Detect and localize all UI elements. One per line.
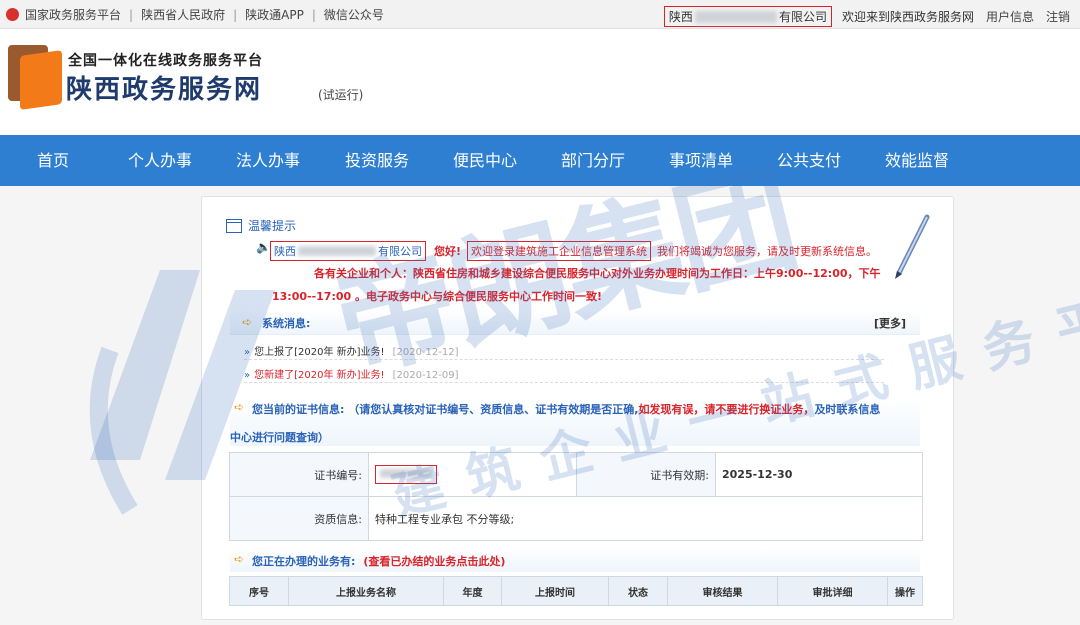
more-link[interactable]: [更多] bbox=[874, 315, 906, 331]
col-report-time: 上报时间 bbox=[501, 576, 609, 606]
nav-departments[interactable]: 部门分厅 bbox=[561, 135, 625, 186]
company-prefix: 陕西 bbox=[274, 245, 296, 258]
qualification-value: 特种工程专业承包 不分等级; bbox=[368, 496, 923, 541]
link-app[interactable]: 陕政通APP bbox=[245, 6, 304, 23]
col-year: 年度 bbox=[443, 576, 502, 606]
company-suffix: 有限公司 bbox=[778, 10, 827, 24]
pen-icon bbox=[895, 214, 930, 279]
message-item[interactable]: » 您新建了[2020年 新办]业务! [2020-12-09] bbox=[244, 366, 459, 381]
system-welcome: 欢迎登录建筑施工企业信息管理系统 bbox=[467, 241, 652, 261]
service-text: 我们将竭诚为您服务，请及时更新系统信息。 bbox=[657, 245, 878, 258]
nav-personal[interactable]: 个人办事 bbox=[128, 135, 192, 186]
arrow-icon: ➪ bbox=[234, 400, 245, 414]
col-review-result: 审核结果 bbox=[667, 576, 778, 606]
notice-title: 温馨提示 bbox=[226, 217, 296, 234]
cert-no-value bbox=[368, 452, 577, 497]
divider: | bbox=[233, 7, 238, 22]
cert-no-redacted bbox=[375, 465, 437, 484]
company-prefix: 陕西 bbox=[668, 10, 693, 24]
bullet-icon: » bbox=[244, 347, 251, 358]
message-date: [2020-12-09] bbox=[392, 370, 459, 381]
top-links: 国家政务服务平台 | 陕西省人民政府 | 陕政通APP | 微信公众号 bbox=[6, 6, 384, 23]
redacted-text bbox=[380, 469, 432, 478]
link-wechat[interactable]: 微信公众号 bbox=[324, 6, 384, 23]
message-text[interactable]: 您新建了[2020年 新办]业务! bbox=[254, 370, 384, 381]
qualification-label: 资质信息: bbox=[229, 496, 369, 541]
messages-header: ➪ 系统消息: [更多] bbox=[230, 310, 920, 335]
certificate-title: 您当前的证书信息: （请您认真核对证书编号、资质信息、证书有效期是否正确,如发现… bbox=[252, 401, 880, 417]
nav-supervision[interactable]: 效能监督 bbox=[885, 135, 949, 186]
col-status: 状态 bbox=[608, 576, 668, 606]
cert-warning: 如发现有误，请不要进行换证业务， bbox=[638, 403, 815, 416]
message-text[interactable]: 您上报了[2020年 新办]业务! bbox=[254, 347, 384, 358]
divider: | bbox=[129, 7, 134, 22]
message-date: [2020-12-12] bbox=[392, 347, 459, 358]
office-hours-line2: 13:00--17:00 。电子政务中心与综合便民服务中心工作时间一致! bbox=[272, 290, 603, 303]
cert-title-note: （请您认真核对证书编号、资质信息、证书有效期是否正确, bbox=[348, 403, 639, 416]
certificate-table: 证书编号: 证书有效期: 2025-12-30 资质信息: 特种工程专业承包 不… bbox=[229, 452, 923, 541]
office-hours-line1: 各有关企业和个人：陕西省住房和城乡建设综合便民服务中心对外业务办理时间为工作日：… bbox=[314, 267, 881, 280]
cert-title-main: 您当前的证书信息: bbox=[252, 403, 345, 416]
greeting-text: 您好! bbox=[434, 245, 462, 258]
arrow-icon: ➪ bbox=[242, 315, 253, 329]
finished-business-link[interactable]: (查看已办结的业务点击此处) bbox=[363, 555, 505, 568]
trial-label: (试运行) bbox=[318, 88, 364, 102]
divider bbox=[244, 382, 884, 383]
divider bbox=[244, 359, 884, 360]
company-name: 陕西 有限公司 bbox=[663, 6, 832, 27]
table-header-row: 序号 上报业务名称 年度 上报时间 状态 审核结果 审批详细 操作 bbox=[229, 576, 923, 606]
redacted-text bbox=[694, 10, 777, 23]
business-table: 序号 上报业务名称 年度 上报时间 状态 审核结果 审批详细 操作 bbox=[229, 576, 923, 606]
link-provincial-government[interactable]: 陕西省人民政府 bbox=[141, 6, 225, 23]
logout-link[interactable]: 注销 bbox=[1046, 8, 1070, 25]
redacted-text bbox=[298, 246, 376, 256]
business-header: ➪ 您正在办理的业务有: (查看已办结的业务点击此处) bbox=[230, 548, 920, 572]
col-action: 操作 bbox=[887, 576, 923, 606]
nav-item-list[interactable]: 事项清单 bbox=[669, 135, 733, 186]
col-approval-detail: 审批详细 bbox=[777, 576, 888, 606]
col-index: 序号 bbox=[229, 576, 289, 606]
message-item[interactable]: » 您上报了[2020年 新办]业务! [2020-12-12] bbox=[244, 343, 459, 358]
nav-investment[interactable]: 投资服务 bbox=[345, 135, 409, 186]
main-nav: 首页 个人办事 法人办事 投资服务 便民中心 部门分厅 事项清单 公共支付 效能… bbox=[0, 135, 1080, 186]
notice-title-text: 温馨提示 bbox=[248, 219, 297, 233]
nav-payment[interactable]: 公共支付 bbox=[777, 135, 841, 186]
platform-slogan: 全国一体化在线政务服务平台 bbox=[68, 53, 263, 69]
nav-legal-entity[interactable]: 法人办事 bbox=[236, 135, 300, 186]
top-bar: 国家政务服务平台 | 陕西省人民政府 | 陕政通APP | 微信公众号 陕西 有… bbox=[0, 0, 1080, 29]
divider: | bbox=[311, 7, 316, 22]
business-title-text: 您正在办理的业务有: bbox=[252, 555, 356, 568]
cert-title-tail: 及时联系信息 bbox=[814, 403, 881, 416]
arrow-icon: ➪ bbox=[234, 552, 245, 566]
messages-title: 系统消息: bbox=[262, 317, 311, 330]
business-title: 您正在办理的业务有: (查看已办结的业务点击此处) bbox=[252, 553, 505, 569]
user-area: 陕西 有限公司 欢迎来到陕西政务服务网 用户信息 注销 bbox=[663, 6, 1070, 27]
cert-expiry-value: 2025-12-30 bbox=[715, 452, 923, 497]
cert-expiry-label: 证书有效期: bbox=[576, 452, 716, 497]
bullet-icon: » bbox=[244, 370, 251, 381]
speaker-icon: 🔈 bbox=[256, 240, 271, 254]
company-suffix: 有限公司 bbox=[378, 245, 422, 258]
notice-company: 陕西 有限公司 bbox=[270, 241, 426, 261]
certificate-header: ➪ 您当前的证书信息: （请您认真核对证书编号、资质信息、证书有效期是否正确,如… bbox=[230, 398, 920, 446]
site-logo-icon[interactable] bbox=[8, 45, 62, 110]
table-row: 证书编号: 证书有效期: 2025-12-30 bbox=[229, 452, 923, 497]
nav-home[interactable]: 首页 bbox=[37, 135, 69, 186]
site-title[interactable]: 陕西政务服务网 bbox=[66, 69, 262, 106]
nav-convenience[interactable]: 便民中心 bbox=[453, 135, 517, 186]
table-row: 资质信息: 特种工程专业承包 不分等级; bbox=[229, 496, 923, 541]
user-info-link[interactable]: 用户信息 bbox=[986, 8, 1034, 25]
welcome-text: 欢迎来到陕西政务服务网 bbox=[841, 10, 974, 24]
cert-no-label: 证书编号: bbox=[229, 452, 369, 497]
notice-greeting: 陕西 有限公司 您好! 欢迎登录建筑施工企业信息管理系统 我们将竭诚为您服务，请… bbox=[270, 241, 877, 261]
col-name: 上报业务名称 bbox=[288, 576, 444, 606]
notice-window-icon bbox=[226, 218, 242, 233]
cert-title-line2: 中心进行问题查询） bbox=[230, 431, 329, 444]
link-national-platform[interactable]: 国家政务服务平台 bbox=[25, 6, 121, 23]
national-emblem-icon bbox=[6, 8, 19, 21]
site-header: 全国一体化在线政务服务平台 陕西政务服务网 (试运行) bbox=[0, 29, 1080, 135]
